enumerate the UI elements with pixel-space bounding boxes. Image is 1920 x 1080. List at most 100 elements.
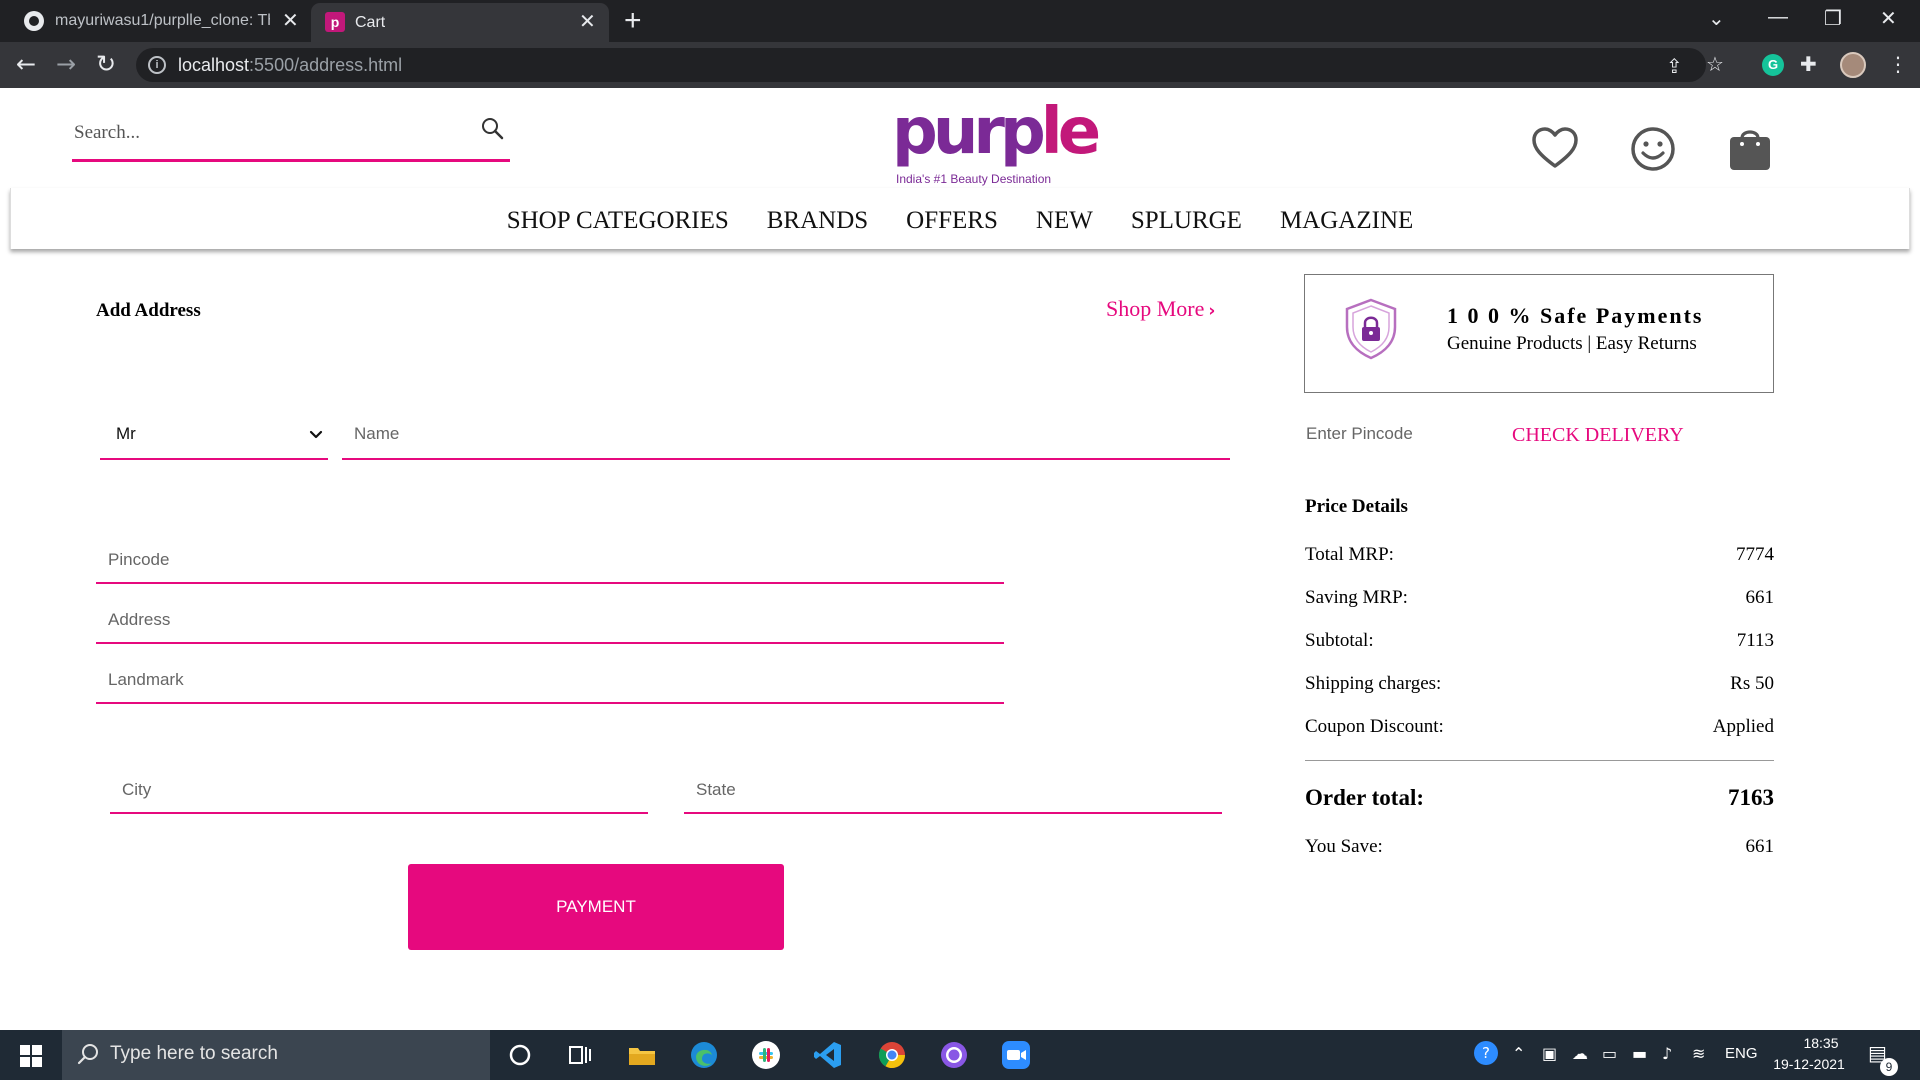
- price-value: Rs 50: [1730, 673, 1774, 694]
- city-field: [110, 772, 648, 814]
- order-total-value: 7163: [1728, 785, 1774, 810]
- clock-time[interactable]: 18:35: [1791, 1035, 1851, 1051]
- close-tab-icon[interactable]: ✕: [579, 9, 596, 34]
- zoom-icon[interactable]: [1000, 1039, 1032, 1071]
- github-desktop-icon[interactable]: [938, 1039, 970, 1071]
- pincode-input[interactable]: [108, 550, 926, 570]
- chevron-up-icon[interactable]: ⌃: [1512, 1044, 1525, 1063]
- grammarly-extension-icon[interactable]: G: [1762, 54, 1784, 76]
- price-row: Total MRP: 7774: [1305, 544, 1774, 566]
- nav-new[interactable]: NEW: [1036, 203, 1093, 235]
- onedrive-cloud-icon[interactable]: ☁: [1572, 1044, 1588, 1063]
- bookmark-star-icon[interactable]: ☆: [1706, 52, 1724, 76]
- nav-shop-categories[interactable]: SHOP CATEGORIES: [507, 203, 729, 235]
- nav-offers[interactable]: OFFERS: [906, 203, 998, 235]
- more-menu-icon[interactable]: ⋮: [1888, 52, 1908, 76]
- main-nav: SHOP CATEGORIES BRANDS OFFERS NEW SPLURG…: [10, 188, 1910, 249]
- add-address-heading: Add Address: [96, 300, 201, 321]
- landmark-input[interactable]: [108, 670, 926, 690]
- extensions-puzzle-icon[interactable]: ✚: [1800, 52, 1817, 76]
- vscode-icon[interactable]: [812, 1039, 844, 1071]
- edge-browser-icon[interactable]: [688, 1039, 720, 1071]
- check-delivery-button[interactable]: CHECK DELIVERY: [1512, 424, 1684, 447]
- nav-splurge[interactable]: SPLURGE: [1131, 203, 1242, 235]
- reload-icon[interactable]: ↻: [96, 50, 116, 78]
- price-divider: [1305, 760, 1774, 761]
- city-input[interactable]: [122, 780, 607, 800]
- price-value: Applied: [1712, 716, 1774, 737]
- price-label: Saving MRP:: [1305, 587, 1408, 608]
- shield-lock-icon: [1345, 298, 1397, 360]
- purplle-p-icon: p: [325, 12, 345, 32]
- github-icon: [24, 11, 44, 31]
- payment-button[interactable]: PAYMENT: [408, 864, 784, 950]
- windows-start-icon[interactable]: [20, 1045, 42, 1067]
- salutation-value: Mr: [116, 424, 136, 443]
- you-save-label: You Save:: [1305, 836, 1383, 857]
- address-input[interactable]: [108, 610, 926, 630]
- slack-icon[interactable]: [750, 1039, 782, 1071]
- name-input[interactable]: [354, 424, 1154, 444]
- safe-payments-banner: 1 0 0 % Safe Payments Genuine Products |…: [1304, 274, 1774, 393]
- pincode-field: [96, 542, 1004, 584]
- restore-icon[interactable]: ❐: [1824, 6, 1842, 31]
- close-tab-icon[interactable]: ✕: [282, 8, 299, 33]
- address-field: [96, 602, 1004, 644]
- file-explorer-icon[interactable]: [626, 1039, 658, 1071]
- task-view-icon[interactable]: [564, 1039, 596, 1071]
- language-indicator[interactable]: ENG: [1725, 1045, 1758, 1062]
- clock-date[interactable]: 19-12-2021: [1769, 1056, 1849, 1072]
- price-label: Total MRP:: [1305, 544, 1394, 565]
- share-icon[interactable]: ⇪: [1666, 54, 1683, 78]
- tab-search-chevron-icon[interactable]: ⌄: [1708, 6, 1725, 31]
- landmark-field: [96, 662, 1004, 704]
- taskbar-search[interactable]: Type here to search: [62, 1030, 490, 1080]
- purplle-logo[interactable]: purple .com India's #1 Beauty Destinatio…: [892, 95, 1101, 188]
- logo-com: .com: [1030, 118, 1044, 145]
- minimize-icon[interactable]: —: [1768, 6, 1788, 29]
- price-label: Subtotal:: [1305, 630, 1374, 651]
- logo-word-part: purp: [892, 95, 1046, 169]
- help-icon[interactable]: ?: [1474, 1041, 1498, 1065]
- new-tab-button[interactable]: +: [624, 4, 642, 38]
- nav-brands[interactable]: BRANDS: [767, 203, 868, 235]
- back-arrow-icon[interactable]: ←: [16, 50, 36, 78]
- meet-now-icon[interactable]: ▣: [1542, 1044, 1557, 1063]
- price-row: Subtotal: 7113: [1305, 630, 1774, 652]
- safe-payments-subtitle: Genuine Products | Easy Returns: [1447, 333, 1697, 354]
- profile-avatar[interactable]: [1840, 52, 1866, 78]
- url-text[interactable]: localhost:5500/address.html: [178, 55, 402, 76]
- windows-taskbar: Type here to search ? ⌃ ▣ ☁ ▭ ▬ ♪ ≋ ENG …: [0, 1030, 1920, 1080]
- shop-more-link[interactable]: Shop More ›: [1106, 296, 1215, 322]
- search-icon[interactable]: [478, 114, 508, 144]
- volume-icon[interactable]: ♪: [1662, 1044, 1672, 1063]
- battery-icon[interactable]: ▬: [1632, 1044, 1647, 1063]
- browser-tab-github[interactable]: mayuriwasu1/purplle_clone: This ✕: [8, 0, 310, 42]
- chrome-icon[interactable]: [876, 1039, 908, 1071]
- heart-icon[interactable]: [1530, 124, 1580, 174]
- delivery-pincode-input[interactable]: [1306, 424, 1496, 444]
- address-bar[interactable]: i localhost:5500/address.html ⇪ ☆: [136, 48, 1724, 82]
- notification-count-badge: 9: [1880, 1058, 1898, 1076]
- url-path: :5500/address.html: [249, 55, 403, 75]
- state-input[interactable]: [696, 780, 1181, 800]
- forward-arrow-icon[interactable]: →: [56, 50, 76, 78]
- search-input[interactable]: [74, 116, 454, 150]
- site-info-icon[interactable]: i: [148, 56, 166, 74]
- salutation-select[interactable]: Mr: [100, 420, 328, 460]
- browser-tab-cart[interactable]: p Cart ✕: [311, 3, 609, 42]
- chevron-down-icon: [309, 430, 323, 439]
- wifi-icon[interactable]: ≋: [1692, 1044, 1705, 1063]
- shopping-bag-icon[interactable]: [1725, 124, 1775, 174]
- browser-tab-strip: mayuriwasu1/purplle_clone: This ✕ p Cart…: [0, 0, 1920, 42]
- cortana-icon[interactable]: [504, 1039, 536, 1071]
- name-field: [342, 420, 1230, 460]
- user-smiley-icon[interactable]: [1628, 124, 1678, 174]
- you-save-value: 661: [1745, 836, 1775, 857]
- nav-magazine[interactable]: MAGAZINE: [1280, 203, 1413, 235]
- close-window-icon[interactable]: ✕: [1880, 6, 1897, 31]
- display-icon[interactable]: ▭: [1602, 1044, 1617, 1063]
- price-label: Coupon Discount:: [1305, 716, 1444, 737]
- state-field: [684, 772, 1222, 814]
- price-label: Shipping charges:: [1305, 673, 1442, 694]
